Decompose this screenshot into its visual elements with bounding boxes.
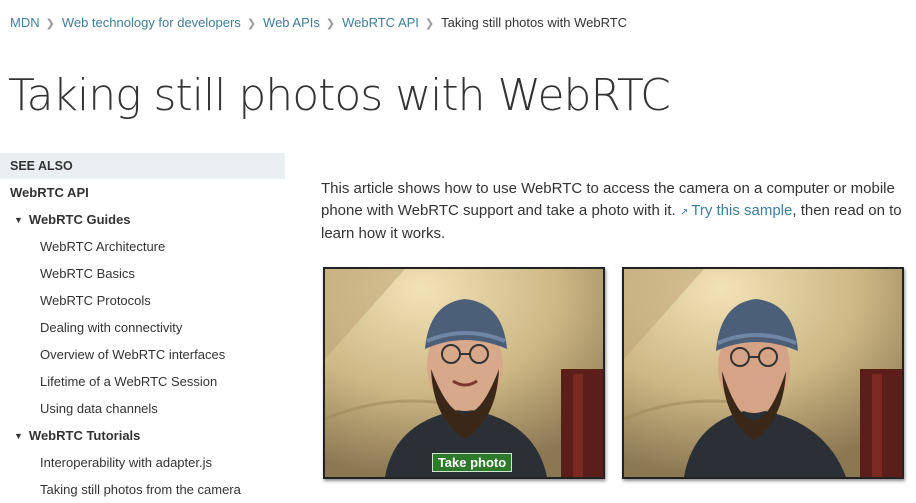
camera-preview-image: [325, 269, 603, 477]
chevron-right-icon: ❯: [45, 18, 55, 30]
breadcrumb-link-webrtc-api[interactable]: WebRTC API: [342, 15, 419, 30]
sidebar-item-webrtc-basics[interactable]: WebRTC Basics: [0, 260, 285, 287]
camera-preview-video: Take photo: [323, 267, 605, 479]
breadcrumb: MDN ❯ Web technology for developers ❯ Web AP…: [10, 15, 627, 30]
sidebar: SEE ALSO WebRTC API ▼ WebRTC Guides WebRT…: [0, 153, 285, 503]
sidebar-item-webrtc-architecture[interactable]: WebRTC Architecture: [0, 233, 285, 260]
sidebar-see-also-heading: SEE ALSO: [0, 153, 285, 179]
sidebar-item-webrtc-protocols[interactable]: WebRTC Protocols: [0, 287, 285, 314]
external-link-icon: ↗: [679, 206, 689, 218]
chevron-right-icon: ❯: [246, 18, 257, 30]
breadcrumb-link-mdn[interactable]: MDN: [10, 15, 40, 30]
try-sample-link[interactable]: Try this sample: [691, 202, 792, 219]
triangle-down-icon: ▼: [14, 215, 23, 225]
chevron-right-icon: ❯: [424, 18, 435, 30]
captured-photo-image: [624, 269, 902, 477]
take-photo-button[interactable]: Take photo: [432, 453, 512, 472]
captured-photo: [622, 267, 904, 479]
breadcrumb-link-web-apis[interactable]: Web APIs: [263, 15, 320, 30]
chevron-right-icon: ❯: [325, 18, 336, 30]
sidebar-group-webrtc-tutorials[interactable]: ▼ WebRTC Tutorials: [0, 422, 285, 449]
sidebar-item-webrtc-api[interactable]: WebRTC API: [0, 179, 285, 206]
sidebar-item-lifetime-of-session[interactable]: Lifetime of a WebRTC Session: [0, 368, 285, 395]
sidebar-item-taking-still-photos[interactable]: Taking still photos from the camera: [0, 476, 285, 503]
sidebar-item-using-data-channels[interactable]: Using data channels: [0, 395, 285, 422]
sidebar-group-label: WebRTC Tutorials: [28, 428, 141, 443]
triangle-down-icon: ▼: [14, 431, 23, 441]
sidebar-item-dealing-with-connectivity[interactable]: Dealing with connectivity: [0, 314, 285, 341]
breadcrumb-link-web-technology[interactable]: Web technology for developers: [62, 15, 241, 30]
article-intro: This article shows how to use WebRTC to …: [321, 178, 906, 245]
sidebar-group-label: WebRTC Guides: [28, 212, 131, 227]
sidebar-item-interoperability-adapter[interactable]: Interoperability with adapter.js: [0, 449, 285, 476]
breadcrumb-current: Taking still photos with WebRTC: [441, 15, 628, 30]
page-title: Taking still photos with WebRTC: [8, 70, 671, 121]
sidebar-item-overview-of-interfaces[interactable]: Overview of WebRTC interfaces: [0, 341, 285, 368]
sidebar-group-webrtc-guides[interactable]: ▼ WebRTC Guides: [0, 206, 285, 233]
